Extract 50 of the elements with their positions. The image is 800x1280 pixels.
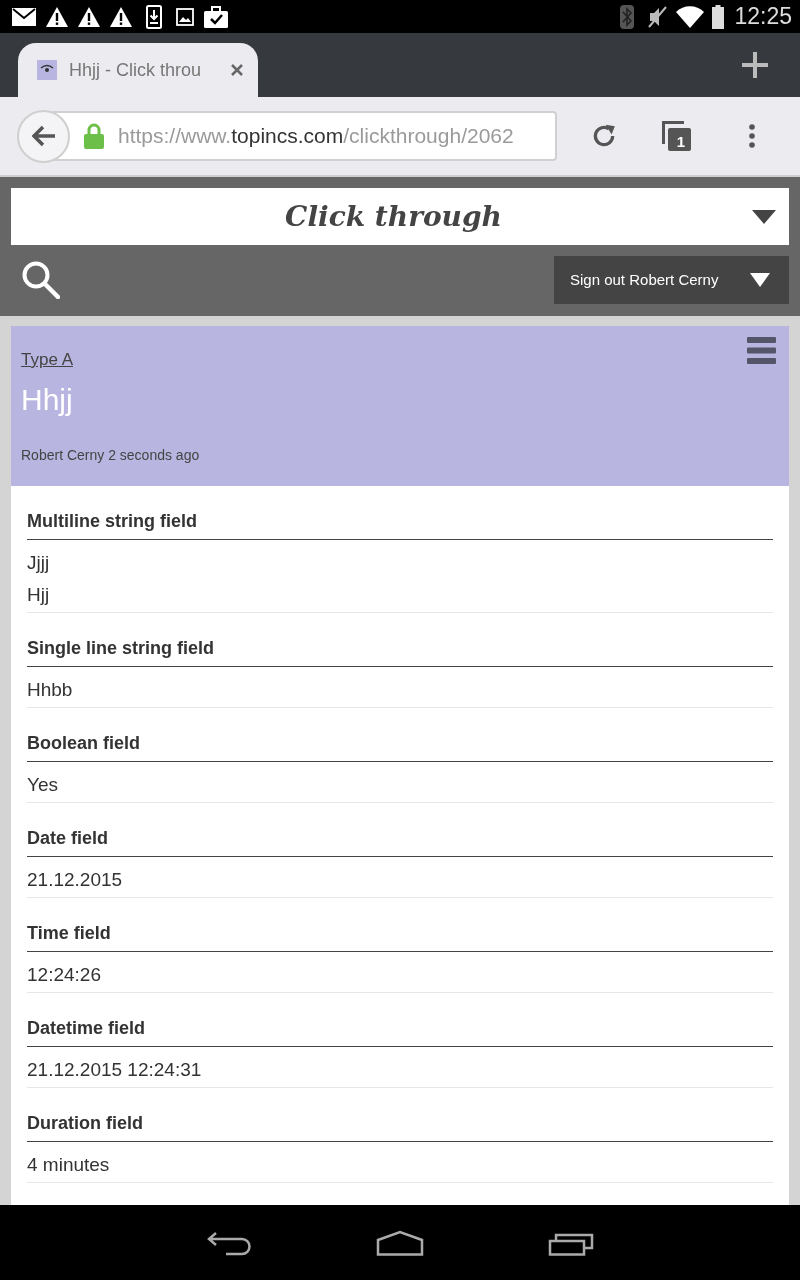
tab-switcher-button[interactable]: 1 bbox=[662, 121, 691, 151]
mute-icon bbox=[648, 4, 669, 29]
battery-icon bbox=[712, 4, 725, 29]
caret-icon bbox=[752, 209, 776, 224]
home-icon[interactable] bbox=[376, 1229, 424, 1256]
download-icon bbox=[146, 4, 162, 29]
field-value: Jjjj bbox=[27, 551, 50, 575]
field-value: 4 minutes bbox=[27, 1153, 110, 1177]
field-value: 21.12.2015 12:24:31 bbox=[27, 1058, 202, 1082]
clock-time: 12:25 bbox=[734, 5, 792, 28]
back-icon[interactable] bbox=[206, 1229, 252, 1256]
field-label: Boolean field bbox=[27, 732, 140, 755]
sign-out-button[interactable]: Sign out Robert Cerny bbox=[554, 256, 789, 304]
field-value: Hhbb bbox=[27, 678, 73, 702]
record-byline: Robert Cerny 2 seconds ago bbox=[21, 446, 200, 465]
field-value: Yes bbox=[27, 773, 58, 797]
caret-icon bbox=[750, 273, 770, 287]
tabs-icon bbox=[662, 121, 691, 151]
reload-icon[interactable] bbox=[591, 123, 617, 149]
title-dropdown[interactable]: Click through bbox=[11, 188, 789, 245]
warning-icon bbox=[110, 6, 132, 27]
field-value: 12:24:26 bbox=[27, 963, 101, 987]
field-label: Datetime field bbox=[27, 1017, 146, 1040]
menu-icon[interactable] bbox=[747, 337, 776, 364]
field-label: Single line string field bbox=[27, 637, 215, 660]
close-icon[interactable] bbox=[231, 64, 243, 76]
mail-icon bbox=[12, 7, 36, 26]
warning-icon bbox=[78, 6, 100, 27]
image-icon bbox=[176, 7, 194, 26]
warning-icon bbox=[46, 6, 68, 27]
lock-icon bbox=[84, 123, 104, 149]
back-arrow-icon bbox=[31, 125, 56, 147]
field-label: Multiline string field bbox=[27, 510, 197, 533]
field-label: Time field bbox=[27, 922, 111, 945]
record-title: Hhjj bbox=[21, 382, 73, 418]
wifi-icon bbox=[676, 5, 705, 28]
bluetooth-icon bbox=[620, 4, 635, 29]
search-icon[interactable] bbox=[22, 261, 60, 299]
field-value: 21.12.2015 bbox=[27, 868, 123, 892]
briefcase-check-icon bbox=[204, 5, 228, 28]
plus-icon[interactable] bbox=[742, 52, 768, 78]
more-options-icon[interactable] bbox=[749, 124, 755, 148]
type-link[interactable]: Type A bbox=[21, 348, 73, 372]
back-button[interactable] bbox=[17, 109, 70, 163]
field-label: Date field bbox=[27, 827, 109, 850]
field-label: Duration field bbox=[27, 1112, 143, 1135]
field-value: Hjj bbox=[27, 583, 50, 607]
eye-favicon-icon bbox=[37, 60, 57, 80]
tab-title: Hhjj - Click throu bbox=[69, 58, 202, 82]
browser-tab[interactable]: Hhjj - Click throu bbox=[18, 43, 258, 97]
